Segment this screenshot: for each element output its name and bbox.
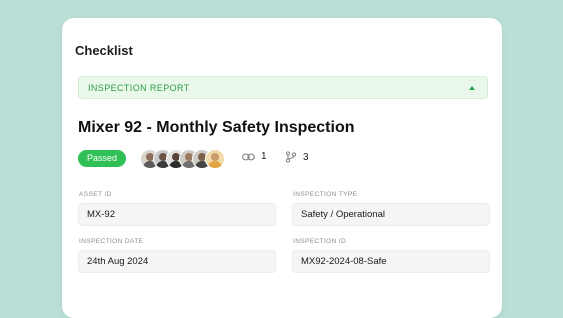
inspection-meta-row: Passed 1 3: [78, 149, 488, 169]
links-stat[interactable]: 1: [242, 151, 267, 162]
asset-id-label: ASSET ID: [79, 191, 112, 198]
inspection-report-toggle[interactable]: INSPECTION REPORT: [78, 76, 488, 99]
asset-id-field[interactable]: MX-92: [78, 203, 276, 226]
inspection-title: Mixer 92 - Monthly Safety Inspection: [78, 119, 355, 136]
inspection-report-label: INSPECTION REPORT: [88, 82, 190, 93]
link-icon: [242, 152, 255, 162]
inspection-date-field[interactable]: 24th Aug 2024: [78, 250, 276, 273]
inspection-type-label: INSPECTION TYPE: [293, 191, 358, 198]
branch-icon: [285, 151, 297, 163]
status-badge: Passed: [78, 150, 127, 167]
section-title: Checklist: [75, 43, 133, 58]
inspection-id-field[interactable]: MX92-2024-08-Safe: [292, 250, 490, 273]
avatar[interactable]: [205, 149, 225, 169]
chevron-up-icon: [469, 85, 475, 90]
inspection-date-label: INSPECTION DATE: [79, 238, 144, 245]
branches-stat[interactable]: 3: [285, 151, 309, 163]
branches-count: 3: [303, 151, 309, 163]
inspection-id-label: INSPECTION ID: [293, 238, 347, 245]
checklist-card: Checklist INSPECTION REPORT Mixer 92 - M…: [62, 18, 502, 318]
links-count: 1: [261, 151, 267, 162]
inspection-type-field[interactable]: Safety / Operational: [292, 203, 490, 226]
